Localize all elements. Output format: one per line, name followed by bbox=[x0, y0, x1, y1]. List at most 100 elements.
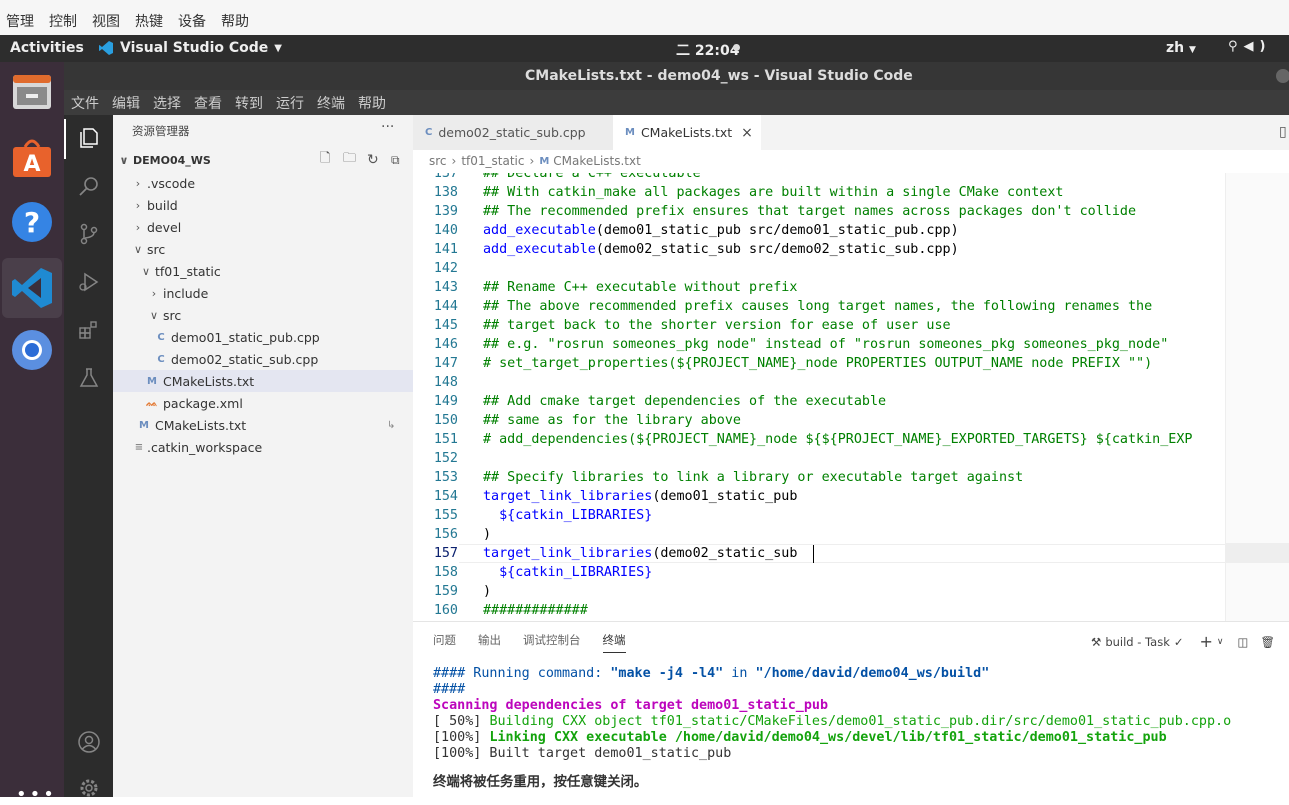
code-function: add_executable bbox=[483, 242, 596, 257]
menu-go[interactable]: 转到 bbox=[235, 93, 263, 113]
line-number: 145 bbox=[433, 318, 458, 333]
tree-item-demo02-cpp[interactable]: C demo02_static_sub.cpp bbox=[113, 348, 413, 370]
new-folder-icon[interactable]: 🗀 bbox=[343, 149, 356, 171]
menu-file[interactable]: 文件 bbox=[71, 93, 99, 113]
term-text: #### Running command: bbox=[433, 666, 611, 681]
line-number: 139 bbox=[433, 204, 458, 219]
input-language[interactable]: zh ▼ bbox=[1166, 40, 1196, 56]
tree-item-label: include bbox=[163, 285, 209, 301]
tree-item-src[interactable]: ∨ src bbox=[113, 238, 413, 260]
tab-cmakelists-active[interactable]: M CMakeLists.txt × bbox=[613, 115, 761, 150]
tab-terminal[interactable]: 终端 bbox=[602, 632, 626, 653]
tree-item-catkin-workspace[interactable]: ≡ .catkin_workspace bbox=[113, 436, 413, 458]
code-function: add_executable bbox=[483, 223, 596, 238]
menu-view[interactable]: 查看 bbox=[194, 93, 222, 113]
system-tray[interactable]: ⚲◀) bbox=[1228, 39, 1271, 54]
host-menu-devices[interactable]: 设备 bbox=[178, 11, 206, 31]
tree-item-cmakelists-selected[interactable]: M CMakeLists.txt bbox=[113, 370, 413, 392]
explorer-icon[interactable] bbox=[76, 125, 102, 151]
breadcrumb-tf01-static[interactable]: tf01_static bbox=[461, 154, 524, 168]
close-tab-icon[interactable]: × bbox=[741, 125, 753, 141]
tab-problems[interactable]: 问题 bbox=[433, 632, 456, 653]
more-actions-icon[interactable]: ··· bbox=[381, 119, 394, 135]
trash-icon[interactable]: 🗑 bbox=[1260, 635, 1275, 649]
line-number: 157 bbox=[433, 546, 458, 561]
menu-run[interactable]: 运行 bbox=[276, 93, 304, 113]
chevron-down-icon[interactable]: ∨ bbox=[1217, 637, 1224, 647]
extensions-icon[interactable] bbox=[76, 317, 102, 343]
tab-output[interactable]: 输出 bbox=[478, 632, 501, 653]
tree-item-label: package.xml bbox=[163, 395, 243, 411]
tree-item-src-inner[interactable]: ∨ src bbox=[113, 304, 413, 326]
host-menu-control[interactable]: 控制 bbox=[49, 11, 77, 31]
vscode-menu-bar: 文件 编辑 选择 查看 转到 运行 终端 帮助 bbox=[64, 90, 1289, 115]
new-file-icon[interactable]: 🗋 bbox=[320, 149, 330, 171]
dock-chromium[interactable] bbox=[8, 326, 56, 374]
minimap-slider[interactable] bbox=[1226, 543, 1289, 563]
terminal-select[interactable]: build - Task bbox=[1105, 635, 1170, 649]
dock-help[interactable]: ? bbox=[8, 198, 56, 246]
minimap[interactable] bbox=[1225, 173, 1289, 621]
panel-tabs: 问题 输出 调试控制台 终端 bbox=[433, 632, 648, 653]
line-number: 149 bbox=[433, 394, 458, 409]
run-debug-icon[interactable] bbox=[76, 269, 102, 295]
line-number: 144 bbox=[433, 299, 458, 314]
breadcrumb-src[interactable]: src bbox=[429, 154, 447, 168]
check-icon[interactable]: ✓ bbox=[1174, 635, 1184, 649]
dock-files[interactable] bbox=[8, 68, 56, 116]
tree-item-label: build bbox=[147, 197, 178, 213]
split-editor-icon[interactable]: ▯ bbox=[1279, 124, 1287, 140]
input-language-label: zh bbox=[1166, 40, 1185, 56]
dock-software[interactable]: A bbox=[8, 134, 56, 182]
tree-item-vscode[interactable]: › .vscode bbox=[113, 172, 413, 194]
clock[interactable]: 二 22:04 bbox=[676, 40, 739, 60]
activities-button[interactable]: Activities bbox=[10, 40, 84, 56]
show-apps-icon[interactable]: ••• bbox=[16, 784, 57, 805]
host-menu-manage[interactable]: 管理 bbox=[6, 11, 34, 31]
menu-edit[interactable]: 编辑 bbox=[112, 93, 140, 113]
menu-help[interactable]: 帮助 bbox=[358, 93, 386, 113]
window-close-icon[interactable] bbox=[1276, 69, 1289, 83]
tree-item-demo01-cpp[interactable]: C demo01_static_pub.cpp bbox=[113, 326, 413, 348]
split-terminal-icon[interactable]: ◫ bbox=[1238, 635, 1249, 649]
dock-vscode[interactable] bbox=[2, 258, 62, 318]
settings-gear-icon[interactable] bbox=[76, 775, 102, 801]
tree-item-package-xml[interactable]: ᨐ package.xml bbox=[113, 392, 413, 414]
account-icon[interactable] bbox=[76, 729, 102, 755]
term-text: [ 50%] bbox=[433, 714, 490, 729]
line-text: ) bbox=[483, 527, 492, 542]
collapse-all-icon[interactable]: ⧉ bbox=[391, 153, 400, 168]
cpp-file-icon: C bbox=[157, 331, 165, 343]
chevron-right-icon: › bbox=[451, 154, 457, 168]
tree-item-tf01-static[interactable]: ∨ tf01_static bbox=[113, 260, 413, 282]
gnome-top-bar: Activities Visual Studio Code ▼ 二 22:04 … bbox=[0, 35, 1289, 62]
tree-item-label: CMakeLists.txt bbox=[155, 417, 247, 433]
testing-flask-icon[interactable] bbox=[76, 365, 102, 391]
host-menu-help[interactable]: 帮助 bbox=[221, 11, 249, 31]
tree-item-devel[interactable]: › devel bbox=[113, 216, 413, 238]
chevron-right-icon: › bbox=[135, 220, 141, 234]
code-editor[interactable]: 137 ## Declare a C++ executable 138 ## Wit… bbox=[413, 173, 1225, 621]
source-control-icon[interactable] bbox=[76, 221, 102, 247]
line-number: 150 bbox=[433, 413, 458, 428]
tree-item-build[interactable]: › build bbox=[113, 194, 413, 216]
add-terminal-icon[interactable]: + bbox=[1200, 632, 1213, 651]
menu-selection[interactable]: 选择 bbox=[153, 93, 181, 113]
breadcrumb-file[interactable]: CMakeLists.txt bbox=[553, 154, 641, 168]
line-text: add_executable(demo02_static_sub src/dem… bbox=[483, 242, 959, 257]
tab-demo02-cpp[interactable]: C demo02_static_sub.cpp bbox=[413, 115, 613, 150]
menu-terminal[interactable]: 终端 bbox=[317, 93, 345, 113]
search-icon[interactable] bbox=[76, 173, 102, 199]
workspace-root[interactable]: ∨ DEMO04_WS 🗋 🗀 ↻ ⧉ bbox=[113, 149, 413, 171]
tab-debug-console[interactable]: 调试控制台 bbox=[523, 632, 581, 653]
app-menu[interactable]: Visual Studio Code ▼ bbox=[98, 40, 282, 56]
tree-item-include[interactable]: › include bbox=[113, 282, 413, 304]
host-menu-hotkey[interactable]: 热键 bbox=[135, 11, 163, 31]
tree-item-cmakelists-root[interactable]: M CMakeLists.txt ↳ bbox=[113, 414, 413, 436]
line-number: 147 bbox=[433, 356, 458, 371]
terminal-output[interactable]: #### Running command: "make -j4 -l4" in … bbox=[433, 666, 1231, 791]
line-text: ## target back to the shorter version fo… bbox=[483, 318, 951, 333]
line-number: 146 bbox=[433, 337, 458, 352]
refresh-icon[interactable]: ↻ bbox=[367, 152, 379, 168]
host-menu-view[interactable]: 视图 bbox=[92, 11, 120, 31]
